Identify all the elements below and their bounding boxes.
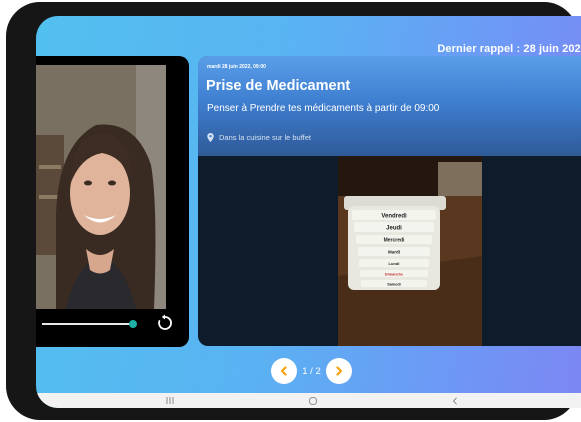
reminder-location-text: Dans la cuisine sur le buffet: [219, 133, 311, 142]
video-image: [36, 65, 166, 309]
recent-apps-icon[interactable]: [166, 397, 174, 404]
map-pin-icon: [207, 133, 214, 142]
last-reminder-text: Dernier rappel : 28 juin 2022: [437, 43, 581, 55]
video-progress-track[interactable]: [42, 320, 138, 328]
video-card: [36, 56, 189, 347]
system-nav-bar: [36, 393, 581, 408]
reminder-card[interactable]: mardi 28 juin 2022, 09:00 Prise de Medic…: [198, 56, 581, 346]
pill-label-jeudi: Jeudi: [386, 226, 402, 232]
replay-icon[interactable]: [156, 314, 174, 332]
pill-box-image: Vendredi Jeudi Mercredi Mardi Lundi Dima…: [338, 156, 482, 346]
home-icon[interactable]: [309, 397, 317, 405]
reminder-location: Dans la cuisine sur le buffet: [207, 133, 311, 142]
video-progress-knob[interactable]: [129, 320, 138, 328]
reminder-title: Prise de Medicament: [206, 78, 351, 94]
pill-label-mardi: Mardi: [388, 250, 400, 255]
pagination: 1 / 2: [271, 358, 352, 384]
chevron-left-icon: [280, 366, 287, 376]
chevron-right-icon: [336, 366, 343, 376]
reminder-date: mardi 28 juin 2022, 09:00: [207, 64, 266, 70]
reminder-card-header: mardi 28 juin 2022, 09:00 Prise de Medic…: [198, 56, 581, 156]
video-frame[interactable]: [36, 65, 166, 309]
tablet-frame: Dernier rappel : 28 juin 2022 mardi 28 j…: [6, 2, 581, 420]
reminder-description: Penser à Prendre tes médicaments à parti…: [207, 103, 440, 114]
pill-label-vendredi: Vendredi: [381, 214, 407, 220]
pill-label-samedi: Samedi: [387, 282, 401, 286]
page-indicator: 1 / 2: [302, 365, 321, 377]
pill-label-mercredi: Mercredi: [384, 238, 405, 244]
pill-label-lundi: Lundi: [389, 261, 400, 266]
app-screen: Dernier rappel : 28 juin 2022 mardi 28 j…: [36, 16, 581, 408]
next-button[interactable]: [326, 358, 352, 384]
previous-button[interactable]: [271, 358, 297, 384]
reminder-photo: Vendredi Jeudi Mercredi Mardi Lundi Dima…: [338, 156, 482, 346]
back-icon[interactable]: [452, 397, 458, 405]
pill-label-dimanche: Dimanche: [385, 272, 403, 276]
